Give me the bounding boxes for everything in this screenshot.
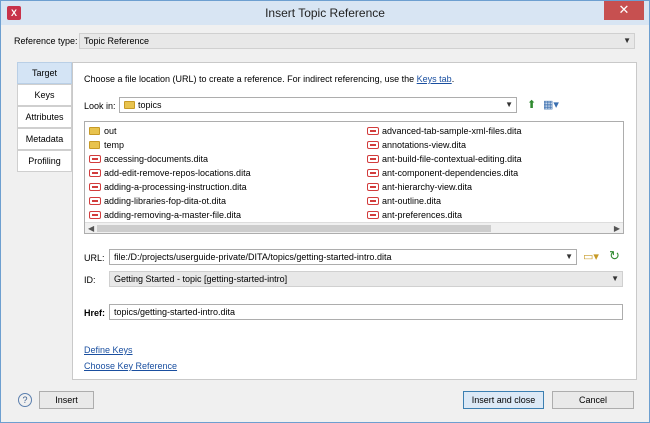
file-name: add-edit-remove-repos-locations.dita <box>104 168 251 178</box>
close-button[interactable]: ✕ <box>604 1 644 20</box>
file-name: adding-removing-a-master-file.dita <box>104 210 242 220</box>
tab-target[interactable]: Target <box>17 62 72 84</box>
title-bar: X Insert Topic Reference ✕ <box>1 1 649 25</box>
instructions: Choose a file location (URL) to create a… <box>84 74 454 84</box>
list-item[interactable]: adding-libraries-fop-dita-ot.dita <box>87 194 251 208</box>
chevron-down-icon: ▼ <box>623 36 631 45</box>
reference-type-value: Topic Reference <box>84 36 150 46</box>
id-value: Getting Started - topic [getting-started… <box>114 274 288 284</box>
dialog-window: X Insert Topic Reference ✕ Reference typ… <box>0 0 650 423</box>
tab-metadata[interactable]: Metadata <box>17 128 72 150</box>
list-item[interactable]: annotations-view.dita <box>365 138 522 152</box>
list-item[interactable]: out <box>87 124 251 138</box>
refresh-icon[interactable]: ↻ <box>609 249 620 263</box>
file-list[interactable]: out temp accessing-documents.dita add-ed… <box>84 121 624 234</box>
tab-keys[interactable]: Keys <box>17 84 72 106</box>
instructions-text: Choose a file location (URL) to create a… <box>84 74 417 84</box>
dita-file-icon <box>367 183 379 191</box>
list-item[interactable]: advanced-tab-sample-xml-files.dita <box>365 124 522 138</box>
list-item[interactable]: adding-a-processing-instruction.dita <box>87 180 251 194</box>
file-name: ant-build-file-contextual-editing.dita <box>382 154 522 164</box>
list-item[interactable]: ant-build-file-contextual-editing.dita <box>365 152 522 166</box>
reference-type-label: Reference type: <box>14 36 78 46</box>
dita-file-icon <box>367 211 379 219</box>
folder-icon <box>124 101 135 109</box>
list-item[interactable]: accessing-documents.dita <box>87 152 251 166</box>
file-name: advanced-tab-sample-xml-files.dita <box>382 126 522 136</box>
href-input[interactable]: topics/getting-started-intro.dita <box>109 304 623 320</box>
list-item[interactable]: ant-component-dependencies.dita <box>365 166 522 180</box>
list-item[interactable]: ant-preferences.dita <box>365 208 522 222</box>
list-item[interactable]: ant-hierarchy-view.dita <box>365 180 522 194</box>
list-item[interactable]: temp <box>87 138 251 152</box>
file-name: ant-outline.dita <box>382 196 442 206</box>
choose-key-reference-link[interactable]: Choose Key Reference <box>84 361 177 371</box>
url-input[interactable]: file:/D:/projects/userguide-private/DITA… <box>109 249 577 265</box>
view-menu-icon[interactable]: ▦▾ <box>543 98 559 112</box>
file-name: annotations-view.dita <box>382 140 467 150</box>
id-label: ID: <box>84 275 96 285</box>
folder-icon <box>89 127 100 135</box>
file-column-right: advanced-tab-sample-xml-files.dita annot… <box>365 124 522 222</box>
dita-file-icon <box>89 169 101 177</box>
look-in-value: topics <box>138 100 162 110</box>
dita-file-icon <box>367 197 379 205</box>
dita-file-icon <box>367 155 379 163</box>
url-label: URL: <box>84 253 105 263</box>
browse-folder-icon[interactable]: ▭▾ <box>583 250 599 264</box>
define-keys-link[interactable]: Define Keys <box>84 345 133 355</box>
folder-icon <box>89 141 100 149</box>
reference-type-select[interactable]: Topic Reference ▼ <box>79 33 635 49</box>
keys-tab-link[interactable]: Keys tab <box>417 74 452 84</box>
dita-file-icon <box>89 211 101 219</box>
horizontal-scrollbar[interactable]: ◀ ▶ <box>85 222 623 233</box>
list-item[interactable]: ant-outline.dita <box>365 194 522 208</box>
insert-button[interactable]: Insert <box>39 391 94 409</box>
dita-file-icon <box>367 127 379 135</box>
list-item[interactable]: add-edit-remove-repos-locations.dita <box>87 166 251 180</box>
insert-and-close-button[interactable]: Insert and close <box>463 391 544 409</box>
look-in-label: Look in: <box>84 101 116 111</box>
scroll-left-icon[interactable]: ◀ <box>88 223 94 233</box>
list-item[interactable]: adding-removing-a-master-file.dita <box>87 208 251 222</box>
dita-file-icon <box>367 169 379 177</box>
href-label: Href: <box>84 308 106 318</box>
dialog-title: Insert Topic Reference <box>265 6 385 20</box>
file-name: ant-hierarchy-view.dita <box>382 182 473 192</box>
chevron-down-icon: ▼ <box>565 252 573 261</box>
instructions-suffix: . <box>451 74 455 84</box>
file-name: out <box>104 126 117 136</box>
file-name: ant-preferences.dita <box>382 210 463 220</box>
file-column-left: out temp accessing-documents.dita add-ed… <box>87 124 251 222</box>
scroll-right-icon[interactable]: ▶ <box>614 223 620 233</box>
tab-attributes[interactable]: Attributes <box>17 106 72 128</box>
dita-file-icon <box>89 155 101 163</box>
scrollbar-thumb[interactable] <box>97 225 491 232</box>
chevron-down-icon: ▼ <box>611 274 619 283</box>
look-in-select[interactable]: topics ▼ <box>119 97 517 113</box>
file-name: adding-a-processing-instruction.dita <box>104 182 247 192</box>
dita-file-icon <box>89 197 101 205</box>
url-value: file:/D:/projects/userguide-private/DITA… <box>114 252 392 262</box>
file-name: adding-libraries-fop-dita-ot.dita <box>104 196 227 206</box>
id-select[interactable]: Getting Started - topic [getting-started… <box>109 271 623 287</box>
file-name: temp <box>104 140 125 150</box>
cancel-button[interactable]: Cancel <box>552 391 634 409</box>
file-name: ant-component-dependencies.dita <box>382 168 519 178</box>
help-icon[interactable]: ? <box>18 393 32 407</box>
tab-profiling[interactable]: Profiling <box>17 150 72 172</box>
folder-up-icon[interactable]: ⬆ <box>527 98 536 112</box>
chevron-down-icon: ▼ <box>505 100 513 109</box>
dita-file-icon <box>89 183 101 191</box>
dita-file-icon <box>367 141 379 149</box>
file-name: accessing-documents.dita <box>104 154 209 164</box>
